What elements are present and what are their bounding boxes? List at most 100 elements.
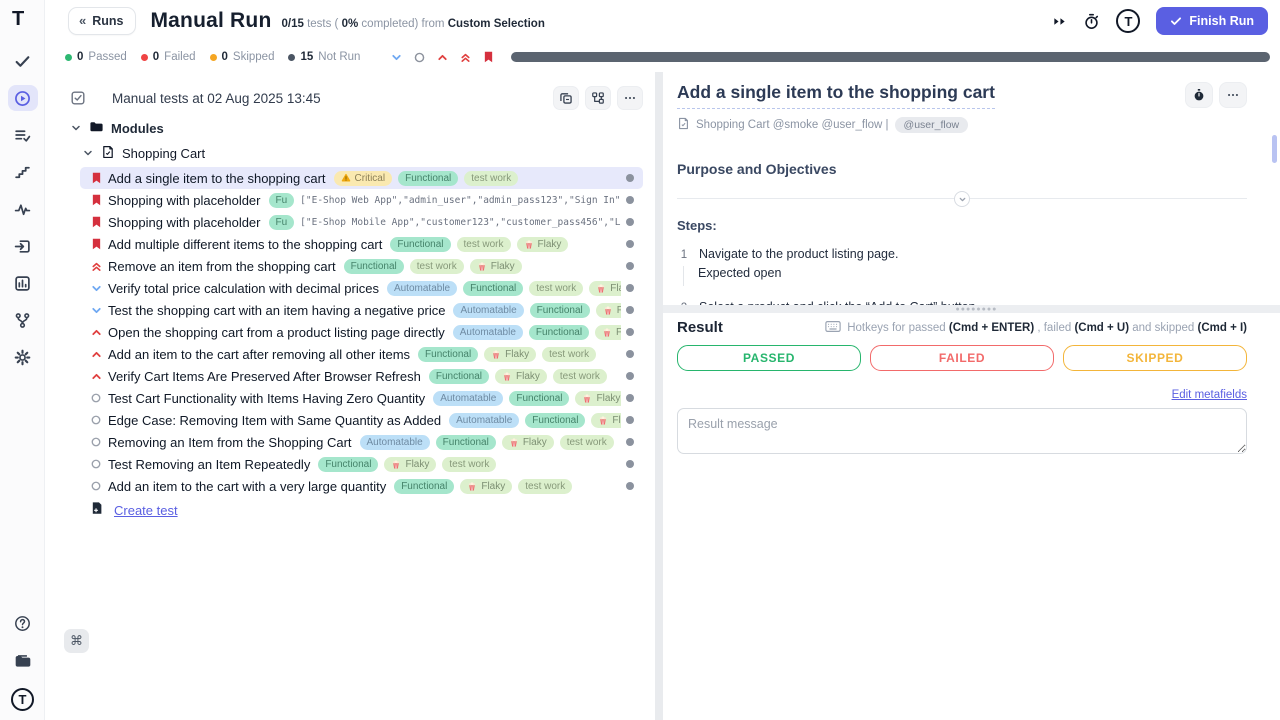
chevron-down-icon[interactable] xyxy=(82,147,94,159)
tag-flaky: Flaky xyxy=(575,391,621,406)
test-title: Add multiple different items to the shop… xyxy=(108,237,382,252)
result-splitter[interactable]: ●●●●●●●● xyxy=(663,305,1280,313)
sidebar-branch-icon[interactable] xyxy=(8,307,38,333)
duplicate-run-button[interactable] xyxy=(553,86,579,110)
priority-none-icon xyxy=(88,414,104,426)
result-heading: Result xyxy=(677,319,723,336)
test-row[interactable]: Test Cart Functionality with Items Havin… xyxy=(80,387,643,409)
test-row[interactable]: Add an item to the cart with a very larg… xyxy=(80,475,643,497)
test-row[interactable]: Remove an item from the shopping cartFun… xyxy=(80,255,643,277)
tag-flaky: Flaky xyxy=(502,435,554,450)
passed-button[interactable]: PASSED xyxy=(677,345,861,371)
failed-button[interactable]: FAILED xyxy=(870,345,1054,371)
test-row[interactable]: Shopping with placeholderFu["E-Shop Web … xyxy=(80,189,643,211)
not-run-status-dot[interactable] xyxy=(626,394,634,402)
test-data-preview: ["E-Shop Mobile App","customer123","cust… xyxy=(300,217,621,228)
test-row[interactable]: Verify Cart Items Are Preserved After Br… xyxy=(80,365,643,387)
tag-user-flow[interactable]: @user_flow xyxy=(895,117,969,133)
not-run-status-dot[interactable] xyxy=(626,416,634,424)
stopwatch-button[interactable] xyxy=(1185,82,1213,108)
tag-flaky: Flaky xyxy=(589,281,621,296)
tag-flaky: Flaky xyxy=(596,303,621,318)
not-run-status-dot[interactable] xyxy=(626,262,634,270)
result-message-input[interactable] xyxy=(677,408,1247,454)
sidebar-plans-icon[interactable] xyxy=(8,122,38,148)
run-source: Custom Selection xyxy=(448,18,545,30)
test-row[interactable]: Test the shopping cart with an item havi… xyxy=(80,299,643,321)
test-row[interactable]: Shopping with placeholderFu["E-Shop Mobi… xyxy=(80,211,643,233)
counter-not-run: 15Not Run xyxy=(288,51,360,63)
more-options-button[interactable] xyxy=(1219,82,1247,108)
not-run-status-dot[interactable] xyxy=(626,328,634,336)
filter-priority-low-icon[interactable] xyxy=(390,51,403,64)
test-tags: Functionaltest workFlaky xyxy=(390,237,621,252)
tree-node-modules[interactable]: Modules xyxy=(58,119,655,137)
fast-forward-icon[interactable] xyxy=(1052,14,1067,29)
test-tags: Fu["E-Shop Web App","admin_user","admin_… xyxy=(269,193,622,208)
not-run-status-dot[interactable] xyxy=(626,196,634,204)
not-run-status-dot[interactable] xyxy=(626,240,634,248)
test-row[interactable]: Test Removing an Item RepeatedlyFunction… xyxy=(80,453,643,475)
test-row[interactable]: Verify total price calculation with deci… xyxy=(80,277,643,299)
not-run-status-dot[interactable] xyxy=(626,284,634,292)
priority-none-icon xyxy=(88,458,104,470)
logo-icon[interactable]: T xyxy=(8,686,38,712)
sidebar-runs-icon[interactable] xyxy=(8,85,38,111)
priority-critical-icon xyxy=(88,215,104,229)
not-run-status-dot[interactable] xyxy=(626,306,634,314)
test-step: 1Navigate to the product listing page.Ex… xyxy=(677,247,1247,286)
timer-icon[interactable] xyxy=(1083,13,1100,30)
command-palette-button[interactable]: ⌘ xyxy=(64,629,89,653)
test-row[interactable]: Removing an Item from the Shopping CartA… xyxy=(80,431,643,453)
finish-run-button[interactable]: Finish Run xyxy=(1156,7,1268,35)
sidebar-pulse-icon[interactable] xyxy=(8,196,38,222)
sidebar-import-icon[interactable] xyxy=(8,233,38,259)
sidebar-settings-icon[interactable] xyxy=(8,344,38,370)
panel-splitter[interactable] xyxy=(655,72,663,720)
create-test-link[interactable]: Create test xyxy=(114,503,178,518)
sidebar-steps-icon[interactable] xyxy=(8,159,38,185)
test-title[interactable]: Add a single item to the shopping cart xyxy=(677,82,995,109)
circle-icon xyxy=(90,414,102,426)
edit-metafields-link[interactable]: Edit metafields xyxy=(1172,389,1247,401)
not-run-status-dot[interactable] xyxy=(626,174,634,182)
filter-priority-critical-icon[interactable] xyxy=(482,50,495,64)
tag-functional: Functional xyxy=(509,391,569,406)
not-run-status-dot[interactable] xyxy=(626,438,634,446)
filter-priority-high-icon[interactable] xyxy=(436,51,449,64)
skipped-button[interactable]: SKIPPED xyxy=(1063,345,1247,371)
priority-high-icon xyxy=(88,326,104,339)
filter-priority-normal-icon[interactable] xyxy=(413,51,426,64)
projects-folder-icon[interactable] xyxy=(8,648,38,674)
not-run-status-dot[interactable] xyxy=(626,372,634,380)
test-row[interactable]: Add a single item to the shopping cartCr… xyxy=(80,167,643,189)
test-title: Test Removing an Item Repeatedly xyxy=(108,457,310,472)
status-dot-icon xyxy=(141,54,148,61)
steps-heading: Steps: xyxy=(677,218,1247,233)
sidebar-analytics-icon[interactable] xyxy=(8,270,38,296)
chevron-down-icon[interactable] xyxy=(70,122,82,134)
test-row[interactable]: Add multiple different items to the shop… xyxy=(80,233,643,255)
priority-highest-icon xyxy=(88,260,104,273)
test-tags: AutomatableFunctionalFlakytest work xyxy=(360,435,621,450)
more-options-button[interactable] xyxy=(617,86,643,110)
not-run-status-dot[interactable] xyxy=(626,350,634,358)
tag-flaky: Flaky xyxy=(470,259,522,274)
filter-priority-highest-icon[interactable] xyxy=(459,51,472,64)
help-icon[interactable] xyxy=(8,610,38,636)
test-row[interactable]: Open the shopping cart from a product li… xyxy=(80,321,643,343)
description-scrollbar[interactable] xyxy=(1272,135,1277,163)
not-run-status-dot[interactable] xyxy=(626,218,634,226)
test-row[interactable]: Add an item to the cart after removing a… xyxy=(80,343,643,365)
test-row[interactable]: Edge Case: Removing Item with Same Quant… xyxy=(80,409,643,431)
test-tags: AutomatableFunctionalFlakytest work xyxy=(453,325,621,340)
collapse-toggle[interactable] xyxy=(954,191,970,207)
tests-ratio: 0/15 xyxy=(281,18,303,30)
account-avatar[interactable]: T xyxy=(1116,9,1140,33)
tree-view-button[interactable] xyxy=(585,86,611,110)
tree-node-shopping-cart[interactable]: Shopping Cart xyxy=(58,144,655,162)
back-to-runs-button[interactable]: « Runs xyxy=(68,7,136,35)
not-run-status-dot[interactable] xyxy=(626,482,634,490)
not-run-status-dot[interactable] xyxy=(626,460,634,468)
sidebar-tests-icon[interactable] xyxy=(8,48,38,74)
